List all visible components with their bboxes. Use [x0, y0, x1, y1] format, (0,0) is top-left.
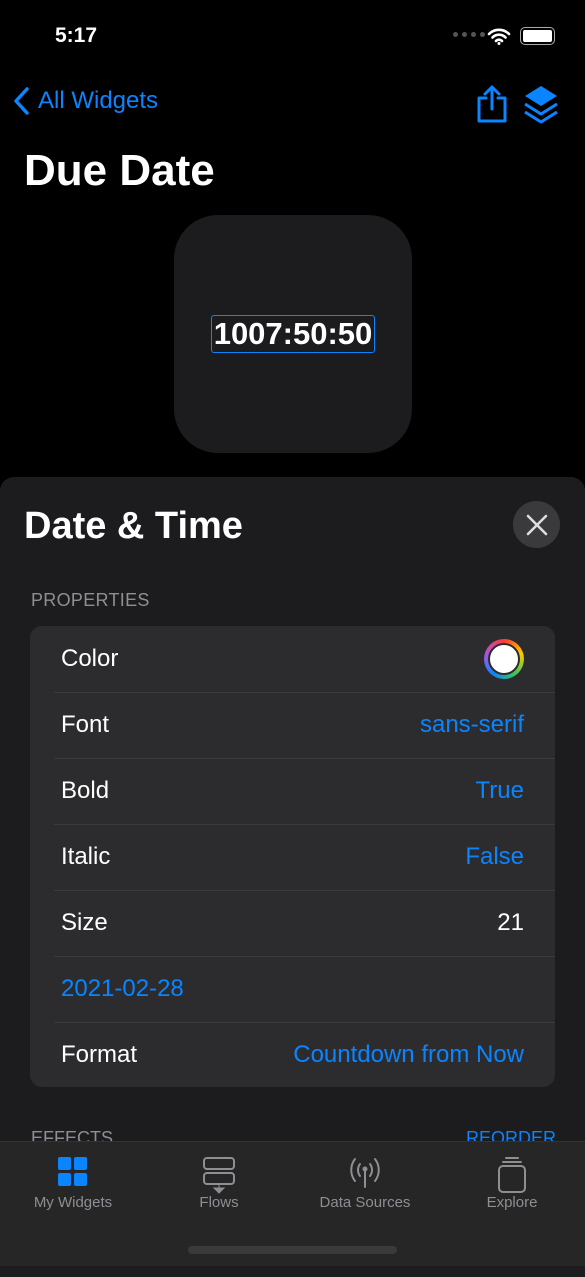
- tab-label: Data Sources: [319, 1194, 411, 1211]
- widget-preview[interactable]: 1007:50:50: [174, 215, 412, 453]
- color-swatch[interactable]: [484, 639, 524, 679]
- row-label: Font: [61, 711, 110, 738]
- close-button[interactable]: [513, 501, 560, 548]
- row-font[interactable]: Font sans-serif: [30, 692, 555, 758]
- tab-label: Explore: [486, 1194, 538, 1211]
- row-value[interactable]: True: [476, 777, 524, 805]
- antenna-icon: [350, 1158, 380, 1188]
- tab-flows[interactable]: Flows: [146, 1156, 292, 1211]
- row-label: Italic: [61, 843, 111, 870]
- widget-text[interactable]: 1007:50:50: [210, 315, 376, 353]
- row-value[interactable]: sans-serif: [420, 711, 524, 739]
- back-button[interactable]: All Widgets: [12, 86, 158, 116]
- row-format[interactable]: Format Countdown from Now: [30, 1022, 555, 1088]
- wifi-icon: [487, 28, 511, 45]
- tab-data-sources[interactable]: Data Sources: [292, 1156, 438, 1211]
- row-bold[interactable]: Bold True: [30, 758, 555, 824]
- properties-list: Color Font sans-serif Bold True Italic Fals…: [30, 626, 555, 1087]
- tab-explore[interactable]: Explore: [439, 1156, 585, 1211]
- grid-icon: [58, 1157, 87, 1186]
- back-label: All Widgets: [38, 87, 159, 114]
- share-icon[interactable]: [475, 84, 509, 124]
- page-title: Due Date: [24, 146, 215, 195]
- date-value[interactable]: 2021-02-28: [61, 975, 184, 1003]
- tab-label: My Widgets: [33, 1194, 113, 1211]
- stack-icon: [498, 1157, 526, 1193]
- status-time: 5:17: [55, 24, 98, 47]
- row-size[interactable]: Size 21: [30, 890, 555, 956]
- row-date[interactable]: 2021-02-28: [30, 956, 555, 1022]
- home-indicator: [188, 1246, 397, 1254]
- row-label: Bold: [61, 777, 110, 804]
- row-label: Format: [61, 1041, 138, 1068]
- sheet-title: Date & Time: [24, 505, 243, 547]
- flows-icon: [203, 1157, 235, 1194]
- chevron-left-icon: [14, 87, 29, 115]
- row-value[interactable]: 21: [497, 909, 524, 937]
- tab-my-widgets[interactable]: My Widgets: [0, 1156, 146, 1211]
- tab-label: Flows: [199, 1194, 239, 1211]
- row-italic[interactable]: Italic False: [30, 824, 555, 890]
- section-header: PROPERTIES: [31, 590, 150, 610]
- row-color[interactable]: Color: [30, 626, 555, 692]
- row-label: Size: [61, 909, 108, 936]
- row-label: Color: [61, 645, 119, 672]
- layers-icon[interactable]: [522, 84, 560, 124]
- close-icon: [526, 514, 547, 535]
- row-value[interactable]: False: [465, 843, 524, 871]
- row-value[interactable]: Countdown from Now: [293, 1041, 524, 1069]
- signal-icon: [453, 32, 485, 37]
- battery-icon: [520, 27, 555, 45]
